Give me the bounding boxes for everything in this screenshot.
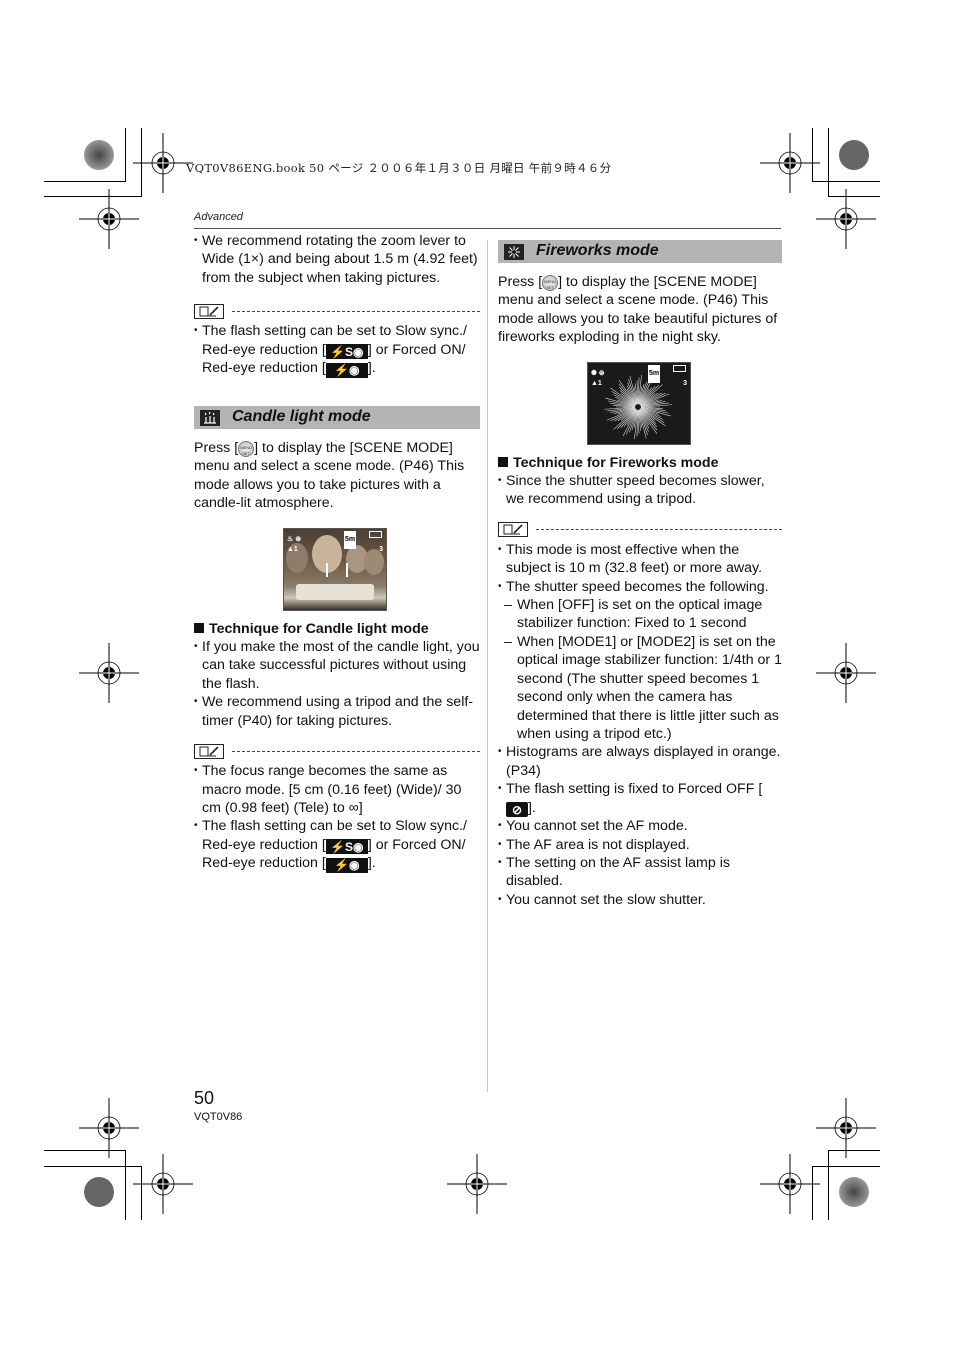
registration-mark — [78, 188, 140, 250]
registration-mark — [815, 1097, 877, 1159]
registration-marks — [78, 132, 877, 1215]
starburst-target — [839, 1177, 869, 1207]
registration-mark — [759, 1153, 821, 1215]
registration-mark — [446, 1153, 508, 1215]
registration-mark — [815, 642, 877, 704]
pattern-disc — [839, 140, 869, 170]
registration-mark — [815, 188, 877, 250]
registration-mark — [132, 1153, 194, 1215]
registration-mark — [759, 132, 821, 194]
pattern-disc — [84, 1177, 114, 1207]
registration-mark — [78, 642, 140, 704]
starburst-target — [84, 140, 114, 170]
registration-mark — [132, 132, 194, 194]
registration-mark — [78, 1097, 140, 1159]
